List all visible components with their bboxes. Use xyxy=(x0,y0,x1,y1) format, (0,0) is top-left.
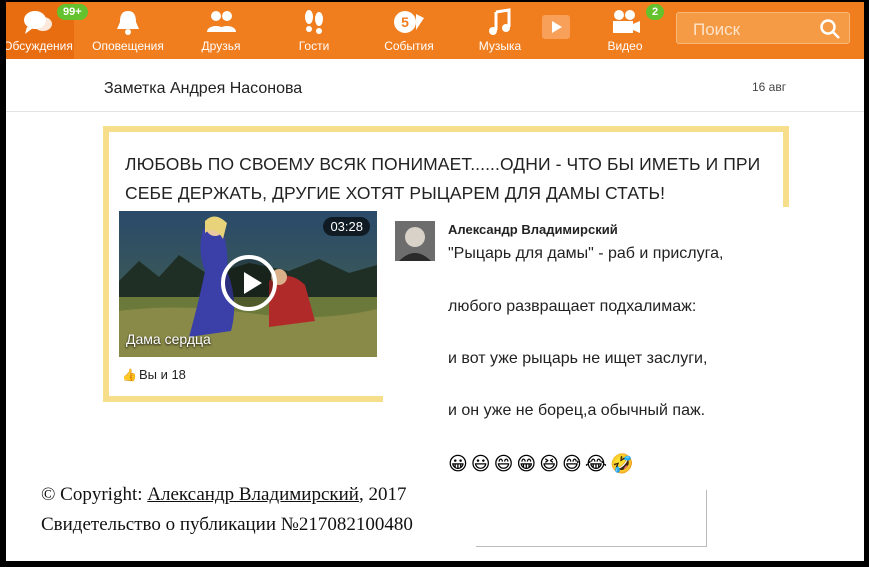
likes-text: Вы и 18 xyxy=(138,367,186,382)
discussions-icon xyxy=(24,11,52,34)
page-frame: Обсуждения 99+ Оповещения Друзья Гости 5… xyxy=(4,0,866,563)
copyright-line: © Copyright: Александр Владимирский, 201… xyxy=(41,484,406,506)
thumbs-up-icon: 👍 xyxy=(122,368,137,382)
top-navigation-bar: Обсуждения 99+ Оповещения Друзья Гости 5… xyxy=(4,2,864,59)
avatar-image xyxy=(395,221,435,261)
footprints-icon xyxy=(305,10,323,34)
divider xyxy=(476,546,707,547)
emoji-row: 😀😃😄😁😆😅😂🤣 xyxy=(448,454,637,475)
nav-label: Видео xyxy=(607,39,643,53)
nav-label: Друзья xyxy=(201,39,241,53)
poem-line: и он уже не борец,а обычный паж. xyxy=(448,402,706,419)
play-icon xyxy=(542,15,570,39)
author-link[interactable]: Александр Владимирский xyxy=(147,484,359,505)
search-placeholder: Поиск xyxy=(693,20,741,39)
bell-icon xyxy=(117,11,139,35)
nav-friends[interactable]: Друзья xyxy=(186,2,256,59)
like-counter[interactable]: 👍 Вы и 18 xyxy=(122,367,186,382)
svg-text:5: 5 xyxy=(401,14,409,30)
note-header: Заметка Андрея Насонова 16 авг xyxy=(6,62,864,112)
publication-certificate: Свидетельство о публикации №217082100480 xyxy=(41,514,413,535)
events-icon: 5 xyxy=(394,11,424,33)
nav-label: Гости xyxy=(298,39,330,53)
copyright-prefix: © Copyright: xyxy=(41,484,148,505)
search-icon[interactable] xyxy=(819,18,841,40)
poem-line: "Рыцарь для дамы" - раб и прислуга, xyxy=(448,245,724,262)
video-thumbnail[interactable]: 03:28 Дама сердца xyxy=(119,211,377,357)
video-badge: 2 xyxy=(646,4,665,20)
nav-music[interactable]: Музыка xyxy=(468,2,532,59)
nav-events[interactable]: 5 События xyxy=(374,2,444,59)
music-icon xyxy=(489,8,511,35)
play-button[interactable] xyxy=(221,255,277,311)
nav-label: Оповещения xyxy=(92,39,164,53)
video-camera-icon xyxy=(613,10,640,33)
note-title[interactable]: Заметка Андрея Насонова xyxy=(104,80,302,98)
avatar[interactable] xyxy=(395,221,435,261)
poem-line: и вот уже рыцарь не ищет заслуги, xyxy=(448,350,708,367)
close-icon[interactable]: ✕ xyxy=(864,420,866,434)
copyright-year: , 2017 xyxy=(358,484,407,505)
nav-label: События xyxy=(384,39,434,53)
nav-discussions[interactable]: Обсуждения 99+ xyxy=(4,2,88,59)
poem-line: любого развращает подхалимаж: xyxy=(448,298,697,315)
nav-notifications[interactable]: Оповещения xyxy=(90,2,166,59)
note-headline: ЛЮБОВЬ ПО СВОЕМУ ВСЯК ПОНИМАЕТ......ОДНИ… xyxy=(125,154,761,203)
nav-play-button[interactable] xyxy=(536,2,576,59)
friends-icon xyxy=(207,11,236,32)
nav-video[interactable]: Видео 2 xyxy=(590,2,665,59)
nav-guests[interactable]: Гости xyxy=(282,2,346,59)
nav-label: Музыка xyxy=(478,39,522,53)
comment-author[interactable]: Александр Владимирский xyxy=(448,222,618,237)
search-input[interactable]: Поиск xyxy=(676,12,850,44)
divider xyxy=(706,490,707,546)
discussions-badge: 99+ xyxy=(57,4,88,20)
video-duration: 03:28 xyxy=(323,217,370,236)
video-title[interactable]: Дама сердца xyxy=(126,331,211,347)
note-date: 16 авг xyxy=(752,80,787,94)
nav-label: Обсуждения xyxy=(4,39,73,53)
